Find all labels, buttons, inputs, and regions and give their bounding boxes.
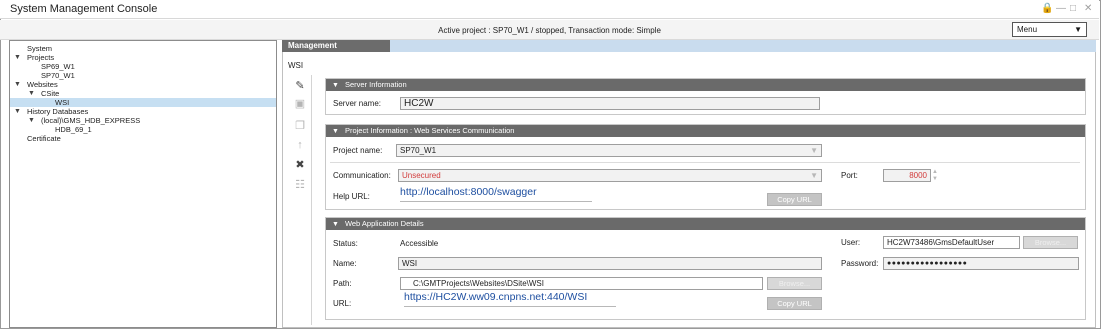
url-label: URL:: [333, 299, 352, 308]
help-url-link[interactable]: http://localhost:8000/swagger: [400, 186, 537, 198]
menu-label: Menu: [1017, 25, 1038, 34]
help-url-label: Help URL:: [333, 192, 370, 201]
app-title: System Management Console: [10, 3, 158, 15]
path-browse-button[interactable]: Browse...: [767, 277, 822, 290]
tree-item-csite[interactable]: ▼ CSite: [10, 89, 276, 98]
upload-icon[interactable]: ↑: [293, 138, 307, 152]
expanded-icon[interactable]: ▼: [14, 80, 21, 89]
user-browse-button[interactable]: Browse...: [1023, 236, 1078, 249]
user-label: User:: [841, 238, 861, 247]
project-name-label: Project name:: [333, 146, 383, 155]
app-name-label: Name:: [333, 259, 357, 268]
app-name-field[interactable]: WSI: [398, 257, 822, 270]
tree-item-hdb69[interactable]: HDB_69_1: [10, 125, 276, 134]
communication-dropdown[interactable]: Unsecured ▼: [398, 169, 822, 182]
tree-item-websites[interactable]: ▼ Websites: [10, 80, 276, 89]
status-label: Status:: [333, 239, 358, 248]
web-application-section: ▼ Web Application Details Status: Accessi…: [325, 217, 1086, 320]
section-header[interactable]: ▼ Server Information: [326, 79, 1085, 91]
section-header[interactable]: ▼ Web Application Details: [326, 218, 1085, 230]
section-header[interactable]: ▼ Project Information : Web Services Comm…: [326, 125, 1085, 137]
chevron-down-icon: ▼: [810, 146, 818, 155]
title-bar: System Management Console 🔒 — □ ✕: [0, 0, 1099, 19]
path-field[interactable]: C:\GMTProjects\Websites\DSite\WSI: [400, 277, 763, 290]
tree-item-sp69[interactable]: SP69_W1: [10, 62, 276, 71]
tree-item-wsi[interactable]: WSI: [10, 98, 276, 107]
expanded-icon[interactable]: ▼: [28, 116, 35, 125]
menu-dropdown[interactable]: Menu ▼: [1012, 22, 1087, 37]
lock-icon[interactable]: 🔒: [1041, 3, 1053, 15]
delete-icon[interactable]: ✖: [293, 158, 307, 172]
stepper-down-icon[interactable]: ▼: [932, 176, 938, 182]
tree-item-projects[interactable]: ▼ Projects: [10, 53, 276, 62]
copy-help-url-button[interactable]: Copy URL: [767, 193, 822, 206]
management-tab-strip: [282, 40, 1096, 52]
chevron-down-icon: ▼: [810, 171, 818, 180]
status-value: Accessible: [400, 239, 439, 248]
project-name-dropdown[interactable]: SP70_W1 ▼: [396, 144, 822, 157]
password-field[interactable]: ●●●●●●●●●●●●●●●●●: [883, 257, 1079, 270]
edit-icon[interactable]: ✎: [293, 79, 307, 93]
server-name-field[interactable]: HC2W: [400, 97, 820, 110]
close-icon[interactable]: ✕: [1084, 3, 1092, 15]
tree-item-certificate[interactable]: Certificate: [10, 134, 276, 143]
divider: [330, 162, 1080, 163]
user-field[interactable]: HC2W73486\GmsDefaultUser: [883, 236, 1020, 249]
tree-item-history-databases[interactable]: ▼ History Databases: [10, 107, 276, 116]
collapse-icon[interactable]: ▼: [332, 82, 339, 89]
tree-item-sp70[interactable]: SP70_W1: [10, 71, 276, 80]
active-project-status: Active project : SP70_W1 / stopped, Tran…: [438, 26, 661, 35]
url-underline: [404, 306, 616, 307]
chevron-down-icon: ▼: [1074, 25, 1082, 34]
server-name-label: Server name:: [333, 99, 382, 108]
copy-icon[interactable]: ❐: [293, 119, 307, 133]
tab-management[interactable]: Management: [282, 40, 390, 52]
save-icon[interactable]: ▣: [293, 97, 307, 111]
copy-app-url-button[interactable]: Copy URL: [767, 297, 822, 310]
tree-item-local-hdb[interactable]: ▼ (local)\GMS_HDB_EXPRESS: [10, 116, 276, 125]
app-url-link[interactable]: https://HC2W.ww09.cnpns.net:440/WSI: [404, 291, 587, 303]
communication-label: Communication:: [333, 171, 391, 180]
path-label: Path:: [333, 279, 352, 288]
collapse-icon[interactable]: ▼: [332, 221, 339, 228]
maximize-icon[interactable]: □: [1070, 3, 1076, 15]
expanded-icon[interactable]: ▼: [14, 107, 21, 116]
stepper-up-icon[interactable]: ▲: [932, 169, 938, 175]
breadcrumb: WSI: [288, 61, 304, 70]
expanded-icon[interactable]: ▼: [14, 53, 21, 62]
status-bar: Active project : SP70_W1 / stopped, Tran…: [0, 20, 1099, 40]
project-information-section: ▼ Project Information : Web Services Comm…: [325, 124, 1086, 210]
port-label: Port:: [841, 171, 858, 180]
minimize-icon[interactable]: —: [1056, 3, 1066, 15]
password-label: Password:: [841, 259, 879, 268]
system-tree: System ▼ Projects SP69_W1 SP70_W1 ▼ Webs…: [9, 40, 277, 328]
tree-item-system[interactable]: System: [10, 44, 276, 53]
server-information-section: ▼ Server Information Server name: HC2W: [325, 78, 1086, 115]
url-underline: [400, 201, 592, 202]
expanded-icon[interactable]: ▼: [28, 89, 35, 98]
collapse-icon[interactable]: ▼: [332, 128, 339, 135]
hierarchy-icon[interactable]: ☷: [293, 178, 307, 192]
port-field[interactable]: 8000: [883, 169, 931, 182]
vertical-toolbar: ✎ ▣ ❐ ↑ ✖ ☷: [290, 75, 312, 325]
